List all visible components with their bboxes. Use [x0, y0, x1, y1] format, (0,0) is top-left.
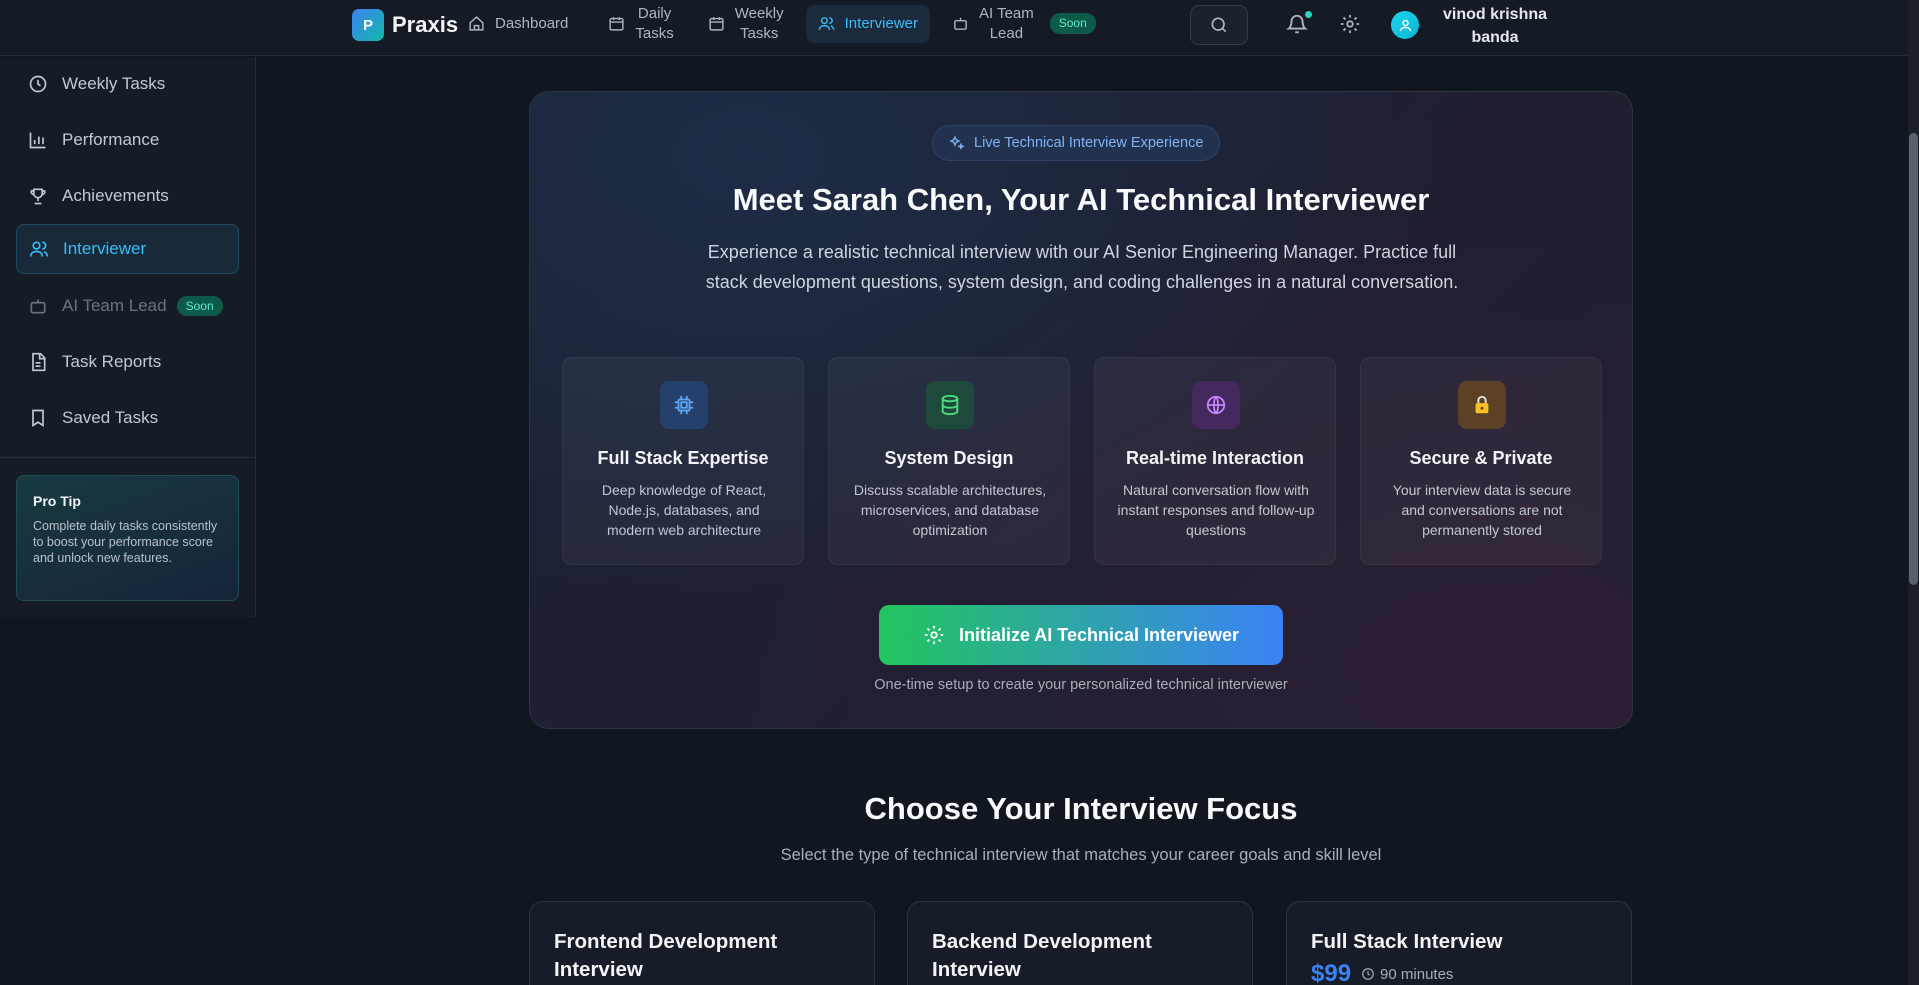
sidebar-item-interviewer[interactable]: Interviewer	[16, 224, 239, 274]
initialize-button-label: Initialize AI Technical Interviewer	[958, 624, 1240, 645]
feature-title: Full Stack Expertise	[597, 448, 769, 468]
clock-icon	[29, 75, 47, 93]
nav-label: Dashboard	[495, 14, 569, 32]
bot-icon	[30, 299, 46, 314]
feature-description: Discuss scalable architectures, microser…	[853, 482, 1047, 538]
feature-icon-box	[1192, 381, 1240, 429]
sparkles-icon	[949, 135, 965, 151]
feature-icon-box	[660, 381, 708, 429]
sidebar-item-label: Saved Tasks	[62, 408, 159, 427]
sidebar-item-label: Achievements	[62, 186, 169, 205]
sidebar-item-label: Weekly Tasks	[62, 74, 166, 93]
interview-card-title: Backend Development Interview	[932, 930, 1152, 981]
notification-dot	[1305, 11, 1312, 18]
feature-description: Deep knowledge of React, Node.js, databa…	[601, 482, 767, 538]
users-icon	[818, 17, 834, 30]
calendar-icon	[709, 17, 724, 31]
feature-icon-box	[1458, 381, 1506, 429]
search-button[interactable]	[1190, 5, 1248, 45]
pro-tip-card: Pro Tip Complete daily tasks consistentl…	[16, 475, 239, 601]
duration-label: 90 minutes	[1380, 965, 1454, 983]
brand-logo[interactable]: P Praxis	[352, 9, 458, 41]
price-row: $99 90 minutes	[1311, 960, 1607, 985]
interview-card-frontend[interactable]: Frontend Development Interview	[529, 901, 875, 985]
nav-weekly-tasks[interactable]: Weekly Tasks	[696, 4, 796, 43]
sidebar: Weekly Tasks Performance Achievements In…	[0, 57, 256, 617]
nav-ai-team-lead[interactable]: AI Team Lead Soon	[940, 4, 1108, 43]
interview-card-backend[interactable]: Backend Development Interview	[907, 901, 1253, 985]
sidebar-item-performance[interactable]: Performance	[16, 116, 239, 164]
price: $99	[1311, 960, 1352, 985]
bookmark-icon	[32, 409, 44, 428]
clock-icon	[1362, 968, 1374, 980]
initialize-interviewer-button[interactable]: Initialize AI Technical Interviewer	[879, 605, 1283, 665]
database-icon	[941, 394, 959, 416]
soon-badge: Soon	[176, 296, 223, 316]
duration: 90 minutes	[1361, 966, 1453, 983]
sidebar-item-task-reports[interactable]: Task Reports	[16, 338, 239, 386]
logo-mark: P	[352, 9, 384, 41]
nav-dashboard[interactable]: Dashboard	[456, 14, 580, 34]
sidebar-item-label: Interviewer	[63, 239, 147, 258]
cpu-icon	[674, 395, 694, 415]
feature-icon-box	[926, 381, 974, 429]
nav-label: Daily Tasks	[635, 5, 674, 42]
brand-name: Praxis	[392, 12, 459, 37]
sidebar-item-label: AI Team Lead	[62, 296, 167, 315]
bot-icon	[954, 17, 967, 30]
search-icon	[1211, 17, 1227, 33]
nav-label: Interviewer	[844, 14, 918, 32]
top-nav: Dashboard Daily Tasks Weekly Tasks Inter…	[456, 4, 1108, 43]
nav-daily-tasks[interactable]: Daily Tasks	[596, 4, 685, 43]
pro-tip-title: Pro Tip	[33, 493, 81, 509]
interview-card-title: Full Stack Interview	[1311, 930, 1503, 953]
top-navbar: P Praxis Dashboard Daily Tasks Weekly Ta…	[0, 0, 1908, 56]
lock-icon	[1475, 395, 1489, 414]
interviewer-hero-card: Live Technical Interview Experience Meet…	[529, 91, 1633, 729]
feature-description: Your interview data is secure and conver…	[1392, 482, 1572, 538]
sidebar-item-saved-tasks[interactable]: Saved Tasks	[16, 394, 239, 442]
pro-tip-text: Complete daily tasks consistently to boo…	[33, 519, 218, 565]
hero-description: Experience a realistic technical intervi…	[705, 242, 1459, 292]
setup-note: One-time setup to create your personaliz…	[874, 677, 1288, 693]
feature-title: Real-time Interaction	[1125, 448, 1305, 468]
section-title: Choose Your Interview Focus	[864, 791, 1298, 826]
nav-label: AI Team Lead	[979, 5, 1034, 42]
nav-interviewer[interactable]: Interviewer	[805, 4, 930, 43]
feature-card: System Design Discuss scalable architect…	[828, 357, 1070, 565]
home-icon	[469, 16, 484, 31]
calendar-icon	[609, 17, 624, 31]
nav-label: Weekly Tasks	[734, 5, 784, 42]
globe-icon	[1206, 395, 1226, 415]
feature-description: Natural conversation flow with instant r…	[1117, 482, 1315, 538]
sidebar-item-achievements[interactable]: Achievements	[16, 172, 239, 220]
bar-chart-icon	[29, 132, 46, 149]
hero-title: Meet Sarah Chen, Your AI Technical Inter…	[732, 182, 1430, 217]
section-subtitle: Select the type of technical interview t…	[780, 846, 1382, 864]
users-icon	[29, 241, 49, 257]
feature-title: System Design	[884, 448, 1014, 468]
avatar[interactable]	[1391, 11, 1419, 39]
sidebar-item-ai-team-lead[interactable]: AI Team Lead Soon	[16, 282, 239, 330]
sidebar-divider	[0, 457, 256, 458]
live-badge-label: Live Technical Interview Experience	[974, 135, 1204, 151]
interview-card-fullstack[interactable]: Full Stack Interview $99 90 minutes	[1286, 901, 1632, 985]
scrollbar-thumb[interactable]	[1909, 133, 1918, 585]
sidebar-item-label: Performance	[62, 130, 160, 149]
feature-card: Secure & Private Your interview data is …	[1360, 357, 1602, 565]
gear-icon[interactable]	[1339, 13, 1361, 35]
soon-badge: Soon	[1049, 12, 1096, 35]
feature-title: Secure & Private	[1409, 448, 1553, 468]
sidebar-item-label: Task Reports	[62, 352, 162, 371]
interview-card-title: Frontend Development Interview	[554, 930, 778, 981]
live-badge: Live Technical Interview Experience	[932, 125, 1221, 161]
feature-card: Real-time Interaction Natural conversati…	[1094, 357, 1336, 565]
file-text-icon	[32, 352, 46, 372]
trophy-icon	[30, 188, 46, 205]
feature-card: Full Stack Expertise Deep knowledge of R…	[562, 357, 804, 565]
gear-icon	[924, 625, 944, 645]
sidebar-item-weekly-tasks[interactable]: Weekly Tasks	[16, 60, 239, 108]
user-icon	[1399, 19, 1411, 31]
user-name[interactable]: vinod krishna banda	[1430, 3, 1560, 49]
